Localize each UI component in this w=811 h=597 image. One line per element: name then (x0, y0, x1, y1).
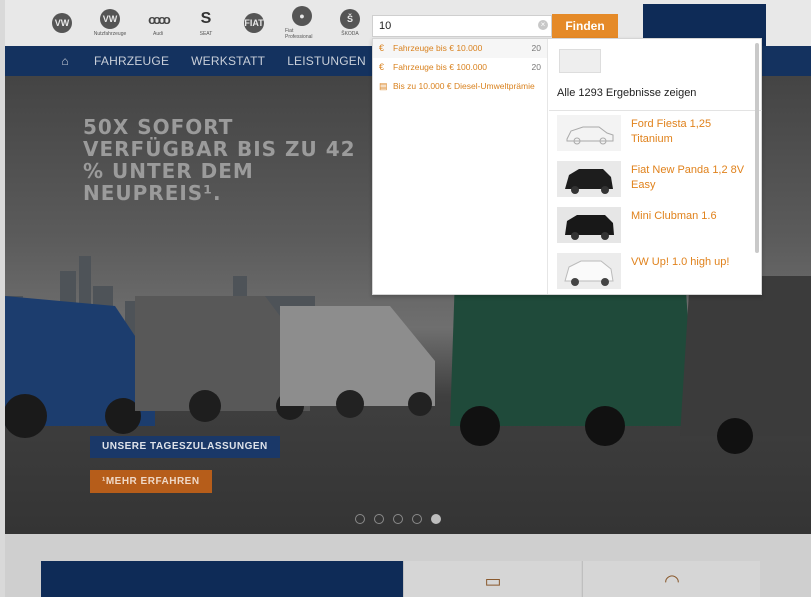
slider-dot-1[interactable] (355, 514, 365, 524)
result-item[interactable]: Mini Clubman 1.6 (549, 203, 762, 249)
car-photo (557, 253, 621, 289)
slider-dot-2[interactable] (374, 514, 384, 524)
result-item[interactable]: Ford Fiesta 1,25 Titanium (549, 111, 762, 157)
brand-logos: VW VW Nutzfahrzeuge oooo Audi S SEAT FIAT ●… (45, 6, 367, 40)
car-placeholder-icon (557, 115, 621, 151)
nav-item-werkstatt[interactable]: WERKSTATT (180, 54, 276, 68)
car-icon: ◠ (664, 571, 680, 591)
service-card-2[interactable]: ◠ (582, 561, 760, 597)
coupon-icon: ▤ (379, 81, 388, 91)
find-button[interactable]: Finden (552, 14, 618, 38)
clear-search-icon[interactable]: × (538, 20, 548, 30)
slider-dots (355, 514, 441, 524)
all-results-link[interactable]: Alle 1293 Ergebnisse zeigen (557, 87, 696, 99)
slider-dot-3[interactable] (393, 514, 403, 524)
nav-item-fahrzeuge[interactable]: FAHRZEUGE (83, 54, 180, 68)
brand-logo-vw-nutzfahrzeuge[interactable]: VW Nutzfahrzeuge (93, 6, 127, 40)
bottom-section: ▭ ◠ (5, 534, 811, 597)
search-input[interactable] (372, 15, 552, 37)
hero-headline: 50X SOFORT VERFÜGBAR BIS ZU 42 % UNTER D… (83, 115, 356, 205)
promo-panel[interactable] (41, 561, 403, 597)
brand-logo-fiat-professional[interactable]: ● Fiat Professional (285, 6, 319, 40)
suggestion-item[interactable]: € Fahrzeuge bis € 10.000 20 (373, 39, 547, 58)
tageszulassungen-button[interactable]: UNSERE TAGESZULASSUNGEN (90, 436, 280, 458)
result-list: Alle 1293 Ergebnisse zeigen Ford Fiesta … (549, 39, 762, 294)
euro-icon: € (379, 62, 385, 72)
brand-logo-fiat[interactable]: FIAT (237, 6, 271, 40)
results-scrollbar[interactable] (755, 43, 759, 253)
all-results-row[interactable]: Alle 1293 Ergebnisse zeigen (549, 39, 762, 111)
car-photo (557, 207, 621, 243)
car-photo (557, 161, 621, 197)
mehr-erfahren-button[interactable]: ¹MEHR ERFAHREN (90, 470, 212, 493)
nav-item-leistungen[interactable]: LEISTUNGEN (276, 54, 377, 68)
brand-logo-audi[interactable]: oooo Audi (141, 6, 175, 40)
slider-dot-4[interactable] (412, 514, 422, 524)
home-icon[interactable]: ⌂ (47, 54, 83, 68)
suggestion-item[interactable]: € Fahrzeuge bis € 100.000 20 (373, 58, 547, 77)
result-item[interactable]: Fiat New Panda 1,2 8V Easy (549, 157, 762, 203)
car-placeholder-icon (559, 49, 601, 73)
brand-logo-seat[interactable]: S SEAT (189, 6, 223, 40)
result-item[interactable]: VW Up! 1.0 high up! (549, 249, 762, 294)
suggestion-item[interactable]: ▤ Bis zu 10.000 € Diesel-Umweltprämie (373, 77, 547, 96)
service-card-1[interactable]: ▭ (403, 561, 581, 597)
suggestion-list: € Fahrzeuge bis € 10.000 20 € Fahrzeuge … (373, 39, 548, 294)
euro-icon: € (379, 43, 385, 53)
brand-logo-skoda[interactable]: Š ŠKODA (333, 6, 367, 40)
brand-logo-vw[interactable]: VW (45, 6, 79, 40)
slider-dot-5[interactable] (431, 514, 441, 524)
money-icon: ▭ (484, 571, 502, 591)
search-dropdown: € Fahrzeuge bis € 10.000 20 € Fahrzeuge … (372, 38, 762, 295)
